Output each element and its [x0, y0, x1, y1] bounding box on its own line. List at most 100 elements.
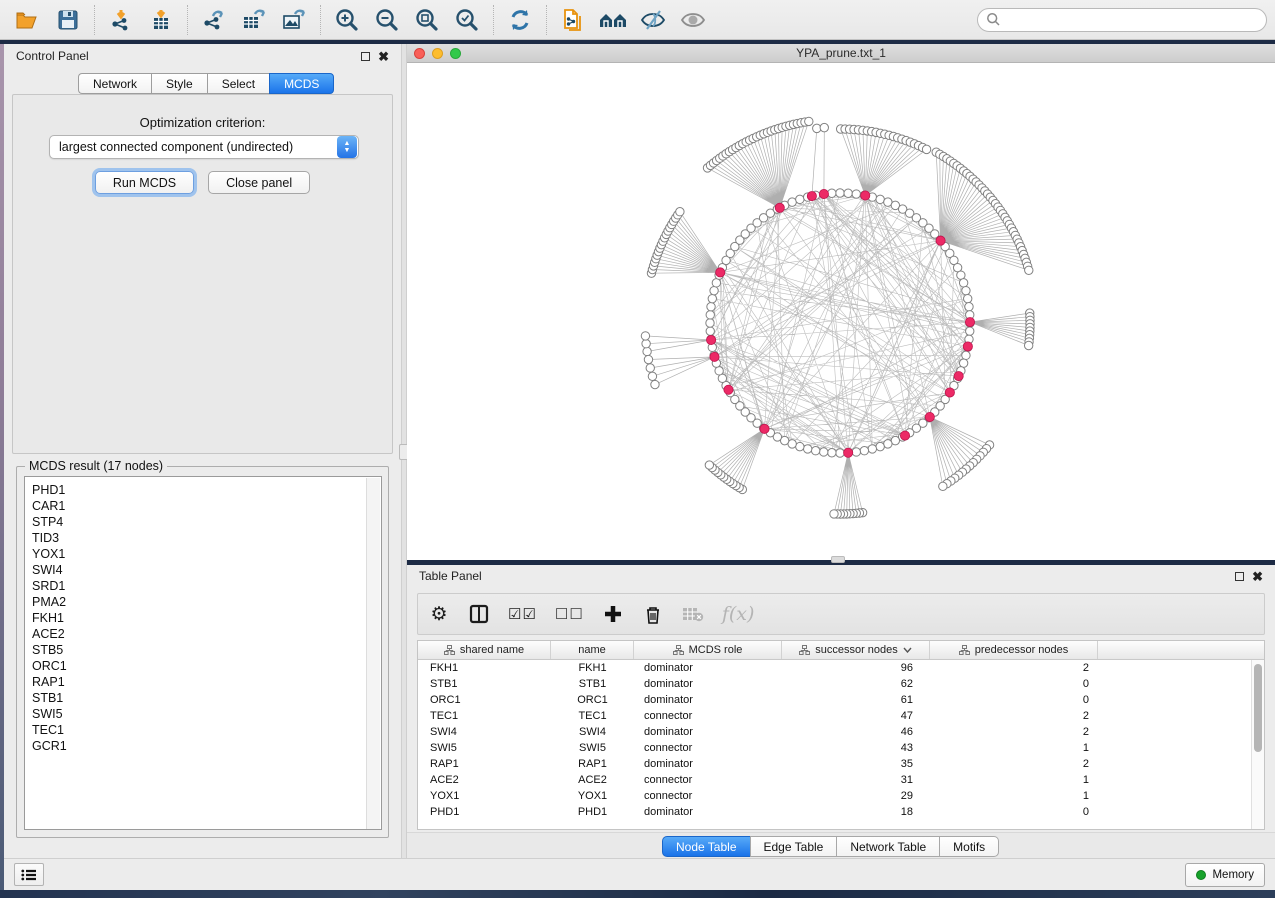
delete-icon[interactable] [642, 601, 664, 627]
tab-mcds[interactable]: MCDS [269, 73, 334, 94]
table-row[interactable]: PHD1PHD1dominator180 [418, 804, 1264, 820]
table-row[interactable]: STB1STB1dominator620 [418, 676, 1264, 692]
tab-style[interactable]: Style [151, 73, 207, 94]
mcds-result-item[interactable]: STP4 [32, 514, 381, 530]
close-panel-icon[interactable]: ✖ [378, 52, 389, 61]
table-cell: 47 [782, 708, 930, 724]
float-panel-icon[interactable] [361, 52, 370, 61]
mcds-result-item[interactable]: TID3 [32, 530, 381, 546]
table-row[interactable]: FKH1FKH1dominator962 [418, 660, 1264, 676]
mcds-node [760, 424, 769, 433]
mcds-result-item[interactable]: PMA2 [32, 594, 381, 610]
export-image-button[interactable] [274, 3, 314, 37]
zoom-selected-button[interactable] [447, 3, 487, 37]
column-header-MCDS-role[interactable]: MCDS role [634, 641, 782, 659]
search-input[interactable] [1001, 13, 1258, 27]
optimization-criterion-select[interactable]: largest connected component (undirected)… [49, 135, 359, 159]
mcds-buttons: Run MCDS Close panel [13, 171, 392, 194]
deselect-all-icon[interactable]: ☐☐ [555, 601, 584, 627]
hide-graphics-button[interactable] [633, 3, 673, 37]
mcds-node [819, 189, 828, 198]
network-graph-canvas[interactable] [407, 63, 1275, 560]
table-row[interactable]: ACE2ACE2connector311 [418, 772, 1264, 788]
tab-network[interactable]: Network [78, 73, 151, 94]
table-row[interactable]: ORC1ORC1dominator610 [418, 692, 1264, 708]
columns-icon[interactable] [468, 601, 490, 627]
mcds-result-title: MCDS result (17 nodes) [25, 459, 167, 473]
close-panel-button[interactable]: Close panel [208, 171, 310, 194]
export-table-button[interactable] [234, 3, 274, 37]
network-window-titlebar[interactable]: YPA_prune.txt_1 [407, 44, 1275, 63]
mcds-result-item[interactable]: TEC1 [32, 722, 381, 738]
horizontal-splitter-grip[interactable] [831, 556, 845, 563]
desktop-wallpaper [0, 890, 1275, 898]
tab-edge-table[interactable]: Edge Table [750, 836, 837, 857]
table-cell: 0 [930, 804, 1098, 820]
mcds-result-item[interactable]: SWI5 [32, 706, 381, 722]
main-toolbar [0, 0, 1275, 40]
mcds-result-item[interactable]: ACE2 [32, 626, 381, 642]
table-row[interactable]: RAP1RAP1dominator352 [418, 756, 1264, 772]
column-header-predecessor-nodes[interactable]: predecessor nodes [930, 641, 1098, 659]
tab-network-table[interactable]: Network Table [836, 836, 939, 857]
show-graphics-button[interactable] [673, 3, 713, 37]
function-builder-icon: f(x) [722, 601, 755, 627]
share-document-button[interactable] [553, 3, 593, 37]
mcds-result-item[interactable]: FKH1 [32, 610, 381, 626]
zoom-fit-button[interactable] [407, 3, 447, 37]
memory-button[interactable]: Memory [1185, 863, 1265, 887]
mcds-result-item[interactable]: ORC1 [32, 658, 381, 674]
table-cell: connector [634, 772, 782, 788]
mcds-node [925, 412, 934, 421]
add-icon[interactable] [602, 601, 624, 627]
tab-node-table[interactable]: Node Table [662, 836, 750, 857]
optimization-criterion-value: largest connected component (undirected) [59, 140, 293, 154]
gear-icon[interactable]: ⚙ [428, 601, 450, 627]
table-cell: dominator [634, 692, 782, 708]
status-bar: Memory [4, 858, 1275, 890]
select-all-icon[interactable]: ☑☑ [508, 601, 537, 627]
table-row[interactable]: SWI4SWI4dominator462 [418, 724, 1264, 740]
column-header-successor-nodes[interactable]: successor nodes [782, 641, 930, 659]
table-scrollbar[interactable] [1251, 660, 1264, 829]
mcds-result-item[interactable]: YOX1 [32, 546, 381, 562]
save-button[interactable] [48, 3, 88, 37]
refresh-button[interactable] [500, 3, 540, 37]
mcds-result-item[interactable]: STB5 [32, 642, 381, 658]
zoom-in-button[interactable] [327, 3, 367, 37]
mcds-result-item[interactable]: GCR1 [32, 738, 381, 754]
close-panel-icon[interactable]: ✖ [1252, 572, 1263, 581]
table-row[interactable]: SWI5SWI5connector431 [418, 740, 1264, 756]
mcds-result-item[interactable]: CAR1 [32, 498, 381, 514]
table-cell: FKH1 [418, 660, 551, 676]
mcds-result-list[interactable]: PHD1CAR1STP4TID3YOX1SWI4SRD1PMA2FKH1ACE2… [24, 476, 382, 830]
mcds-result-item[interactable]: PHD1 [32, 482, 381, 498]
table-cell: ORC1 [551, 692, 634, 708]
import-table-button[interactable] [141, 3, 181, 37]
open-file-button[interactable] [8, 3, 48, 37]
run-mcds-button[interactable]: Run MCDS [95, 171, 194, 194]
task-history-button[interactable] [14, 863, 44, 886]
column-header-shared-name[interactable]: shared name [418, 641, 551, 659]
table-scrollbar-thumb[interactable] [1254, 664, 1262, 752]
table-row[interactable]: YOX1YOX1connector291 [418, 788, 1264, 804]
tab-select[interactable]: Select [207, 73, 269, 94]
mcds-result-item[interactable]: SRD1 [32, 578, 381, 594]
table-row[interactable]: TEC1TEC1connector472 [418, 708, 1264, 724]
column-header-name[interactable]: name [551, 641, 634, 659]
table-panel-title: Table Panel [419, 569, 482, 583]
table-cell: ORC1 [418, 692, 551, 708]
mcds-result-item[interactable]: SWI4 [32, 562, 381, 578]
mcds-result-item[interactable]: RAP1 [32, 674, 381, 690]
mcds-result-items: PHD1CAR1STP4TID3YOX1SWI4SRD1PMA2FKH1ACE2… [25, 477, 381, 754]
export-network-button[interactable] [194, 3, 234, 37]
zoom-out-button[interactable] [367, 3, 407, 37]
mcds-list-scrollbar[interactable] [366, 478, 380, 830]
import-network-button[interactable] [101, 3, 141, 37]
float-panel-icon[interactable] [1235, 572, 1244, 581]
mcds-node [965, 317, 974, 326]
tab-motifs[interactable]: Motifs [939, 836, 999, 857]
table-cell: connector [634, 740, 782, 756]
hide-panels-button[interactable] [593, 3, 633, 37]
mcds-result-item[interactable]: STB1 [32, 690, 381, 706]
